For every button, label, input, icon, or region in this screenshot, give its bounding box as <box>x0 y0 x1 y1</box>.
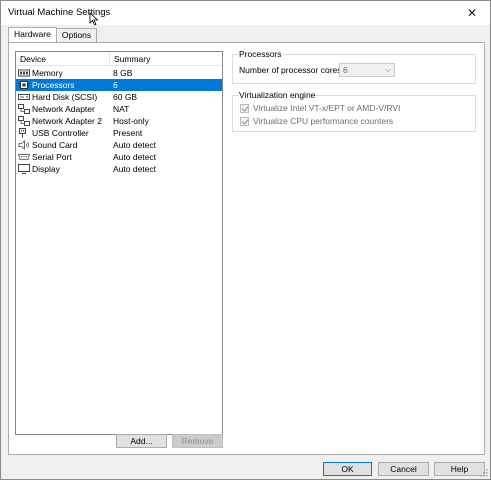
device-summary: Present <box>113 128 143 138</box>
device-summary: Auto detect <box>113 164 157 174</box>
serial-port-icon <box>18 154 30 160</box>
processor-icon <box>19 81 29 89</box>
memory-icon <box>18 69 30 77</box>
device-label: Memory <box>32 68 63 78</box>
device-label: Hard Disk (SCSI) <box>32 92 98 102</box>
device-row-network-adapter[interactable]: Network Adapter NAT <box>16 103 222 115</box>
title-bar[interactable]: Virtual Machine Settings ✕ <box>1 1 490 26</box>
device-label: Network Adapter <box>32 104 95 114</box>
device-label: Display <box>32 164 60 174</box>
hardware-panel: Device Summary Memory 8 GB Processors 6 … <box>8 42 485 455</box>
device-row-usb-controller[interactable]: USB Controller Present <box>16 127 222 139</box>
device-summary: 8 GB <box>113 68 133 78</box>
tab-hardware[interactable]: Hardware <box>8 27 57 42</box>
device-summary: Auto detect <box>113 140 157 150</box>
device-list[interactable]: Device Summary Memory 8 GB Processors 6 … <box>15 51 223 435</box>
virtualization-group: Virtualization engine Virtualize Intel V… <box>232 90 476 132</box>
device-row-hard-disk[interactable]: Hard Disk (SCSI) 60 GB <box>16 91 222 103</box>
tab-options[interactable]: Options <box>55 28 98 42</box>
usb-icon <box>19 128 26 138</box>
device-row-memory[interactable]: Memory 8 GB <box>16 67 222 79</box>
remove-device-button[interactable]: Remove <box>172 434 223 448</box>
cancel-button[interactable]: Cancel <box>378 462 429 476</box>
virtualization-group-title: Virtualization engine <box>238 90 317 100</box>
close-icon: ✕ <box>466 6 478 20</box>
add-device-button[interactable]: Add... <box>116 434 167 448</box>
device-row-display[interactable]: Display Auto detect <box>16 163 222 175</box>
device-row-serial-port[interactable]: Serial Port Auto detect <box>16 151 222 163</box>
speaker-icon <box>18 140 30 150</box>
mouse-cursor-icon <box>89 12 99 26</box>
cores-value: 6 <box>343 65 348 75</box>
vtx-label: Virtualize Intel VT-x/EPT or AMD-V/RVI <box>253 103 401 113</box>
tab-bar: Hardware Options <box>8 27 98 42</box>
device-row-sound-card[interactable]: Sound Card Auto detect <box>16 139 222 151</box>
device-summary: 60 GB <box>113 92 138 102</box>
monitor-icon <box>18 164 30 174</box>
ok-button[interactable]: OK <box>323 462 372 476</box>
hard-disk-icon <box>18 94 30 100</box>
column-header-summary[interactable]: Summary <box>110 52 222 65</box>
device-summary: Host-only <box>113 116 149 126</box>
perf-counters-checkbox[interactable] <box>240 116 249 126</box>
vtx-option[interactable]: Virtualize Intel VT-x/EPT or AMD-V/RVI <box>240 103 400 113</box>
cores-select[interactable]: 6 ⌵ <box>339 63 395 77</box>
chevron-down-icon: ⌵ <box>384 65 391 74</box>
device-row-network-adapter-2[interactable]: Network Adapter 2 Host-only <box>16 115 222 127</box>
network-adapter-icon <box>18 116 30 126</box>
device-label: Serial Port <box>32 152 72 162</box>
perf-counters-label: Virtualize CPU performance counters <box>253 116 394 126</box>
device-label: Processors <box>32 80 75 90</box>
perf-counters-option[interactable]: Virtualize CPU performance counters <box>240 116 393 126</box>
device-row-processors[interactable]: Processors 6 <box>16 79 222 91</box>
list-header: Device Summary <box>16 52 222 66</box>
device-label: Sound Card <box>32 140 78 150</box>
device-label: Network Adapter 2 <box>32 116 102 126</box>
device-summary: 6 <box>113 80 118 90</box>
vm-settings-window: Virtual Machine Settings ✕ Hardware Opti… <box>0 0 491 480</box>
network-adapter-icon <box>18 104 30 114</box>
device-summary: NAT <box>113 104 130 114</box>
cores-label: Number of processor cores: <box>239 65 344 75</box>
processors-group: Processors Number of processor cores: 6 … <box>232 49 476 84</box>
vtx-checkbox[interactable] <box>240 103 249 113</box>
device-summary: Auto detect <box>113 152 157 162</box>
resize-grip-icon[interactable] <box>478 467 488 477</box>
close-button[interactable]: ✕ <box>454 1 490 25</box>
device-label: USB Controller <box>32 128 89 138</box>
column-header-device[interactable]: Device <box>16 52 110 65</box>
processors-group-title: Processors <box>238 49 283 59</box>
